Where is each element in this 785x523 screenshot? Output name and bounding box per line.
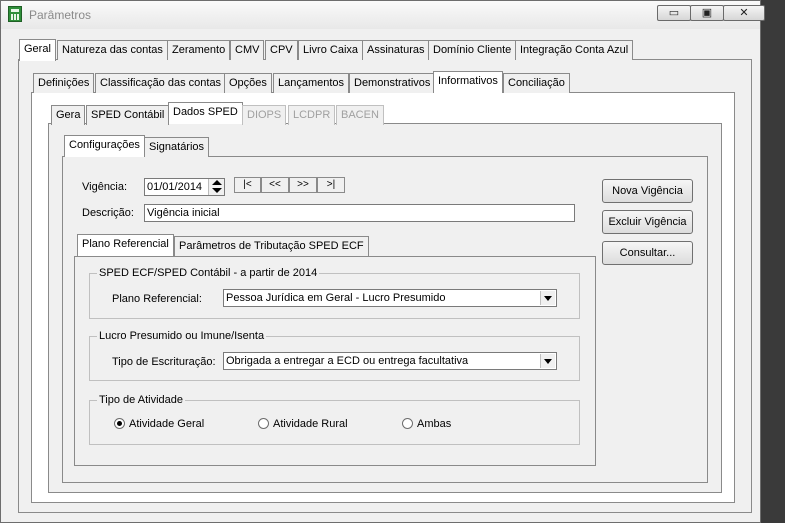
descricao-field[interactable]: Vigência inicial: [144, 204, 575, 222]
tab-diops: DIOPS: [242, 105, 287, 125]
last-record-button[interactable]: >|: [317, 177, 345, 193]
consultar-button[interactable]: Consultar...: [602, 241, 693, 265]
plano-referencial-label: Plano Referencial:: [112, 293, 202, 305]
tab-demonstrativos[interactable]: Demonstrativos: [349, 73, 436, 93]
descricao-label: Descrição:: [82, 207, 134, 219]
tab-integracao-conta-azul[interactable]: Integração Conta Azul: [515, 40, 634, 60]
plano-referencial-dropdown[interactable]: Pessoa Jurídica em Geral - Lucro Presumi…: [223, 289, 557, 307]
tab-bacen: BACEN: [336, 105, 384, 125]
calculator-icon: [8, 6, 22, 22]
next-record-button[interactable]: >>: [289, 177, 317, 193]
tipo-escrituracao-value: Obrigada a entregar a ECD ou entrega fac…: [226, 355, 469, 367]
tipo-escrituracao-dropdown[interactable]: Obrigada a entregar a ECD ou entrega fac…: [223, 352, 557, 370]
tipo-escrituracao-label: Tipo de Escrituração:: [112, 356, 216, 368]
tab-sped-contabil[interactable]: SPED Contábil: [86, 105, 170, 125]
atividade-geral-label[interactable]: Atividade Geral: [129, 418, 204, 430]
spin-up-icon[interactable]: [212, 180, 222, 185]
tab-cmv[interactable]: CMV: [230, 40, 265, 60]
tab-livro-caixa[interactable]: Livro Caixa: [298, 40, 364, 60]
tab-definicoes[interactable]: Definições: [33, 73, 95, 93]
tab-opcoes[interactable]: Opções: [224, 73, 272, 93]
lucro-presumido-group-title: Lucro Presumido ou Imune/Isenta: [97, 330, 267, 342]
chevron-down-icon[interactable]: [540, 354, 555, 368]
tab-signatarios[interactable]: Signatários: [144, 137, 210, 157]
minimize-button[interactable]: ▭: [657, 5, 691, 21]
tab-dados-sped[interactable]: Dados SPED: [168, 102, 243, 124]
tab-conciliacao[interactable]: Conciliação: [503, 73, 570, 93]
plano-referencial-value: Pessoa Jurídica em Geral - Lucro Presumi…: [226, 292, 446, 304]
tab-geral[interactable]: Geral: [19, 39, 56, 61]
nova-vigencia-button[interactable]: Nova Vigência: [602, 179, 693, 203]
date-spinner[interactable]: [208, 179, 224, 195]
tab-plano-referencial[interactable]: Plano Referencial: [77, 234, 174, 256]
atividade-rural-radio[interactable]: [258, 418, 269, 429]
restore-button[interactable]: ▣: [690, 5, 724, 21]
sped-ecf-group-title: SPED ECF/SPED Contábil - a partir de 201…: [97, 267, 320, 279]
chevron-down-icon[interactable]: [540, 291, 555, 305]
tab-classificacao-das-contas[interactable]: Classificação das contas: [95, 73, 227, 93]
close-button[interactable]: ✕: [723, 5, 765, 21]
ambas-radio[interactable]: [402, 418, 413, 429]
spin-down-icon[interactable]: [212, 188, 222, 193]
atividade-rural-label[interactable]: Atividade Rural: [273, 418, 348, 430]
tab-zeramento[interactable]: Zeramento: [167, 40, 231, 60]
tab-informativos[interactable]: Informativos: [433, 71, 503, 93]
parametros-window: Parâmetros ▭ ▣ ✕ Geral Natureza das cont…: [0, 0, 765, 523]
tab-lcdpr: LCDPR: [288, 105, 336, 125]
tab-dominio-cliente[interactable]: Domínio Cliente: [428, 40, 517, 60]
tab-natureza-das-contas[interactable]: Natureza das contas: [57, 40, 168, 60]
tab-gera[interactable]: Gera: [51, 105, 86, 125]
title-bar[interactable]: Parâmetros ▭ ▣ ✕: [1, 1, 765, 29]
tipo-atividade-group-title: Tipo de Atividade: [97, 394, 185, 406]
vigencia-label: Vigência:: [82, 181, 128, 193]
tab-configuracoes[interactable]: Configurações: [64, 135, 145, 157]
ambas-label[interactable]: Ambas: [417, 418, 451, 430]
tab-parametros-tributacao-sped-ecf[interactable]: Parâmetros de Tributação SPED ECF: [174, 236, 369, 256]
tab-lancamentos[interactable]: Lançamentos: [273, 73, 350, 93]
atividade-geral-radio[interactable]: [114, 418, 125, 429]
excluir-vigencia-button[interactable]: Excluir Vigência: [602, 210, 693, 234]
first-record-button[interactable]: |<: [234, 177, 261, 193]
tab-cpv[interactable]: CPV: [265, 40, 298, 60]
window-title: Parâmetros: [29, 8, 92, 22]
previous-record-button[interactable]: <<: [261, 177, 289, 193]
tab-assinaturas[interactable]: Assinaturas: [362, 40, 430, 60]
vigencia-date-value: 01/01/2014: [147, 181, 203, 193]
